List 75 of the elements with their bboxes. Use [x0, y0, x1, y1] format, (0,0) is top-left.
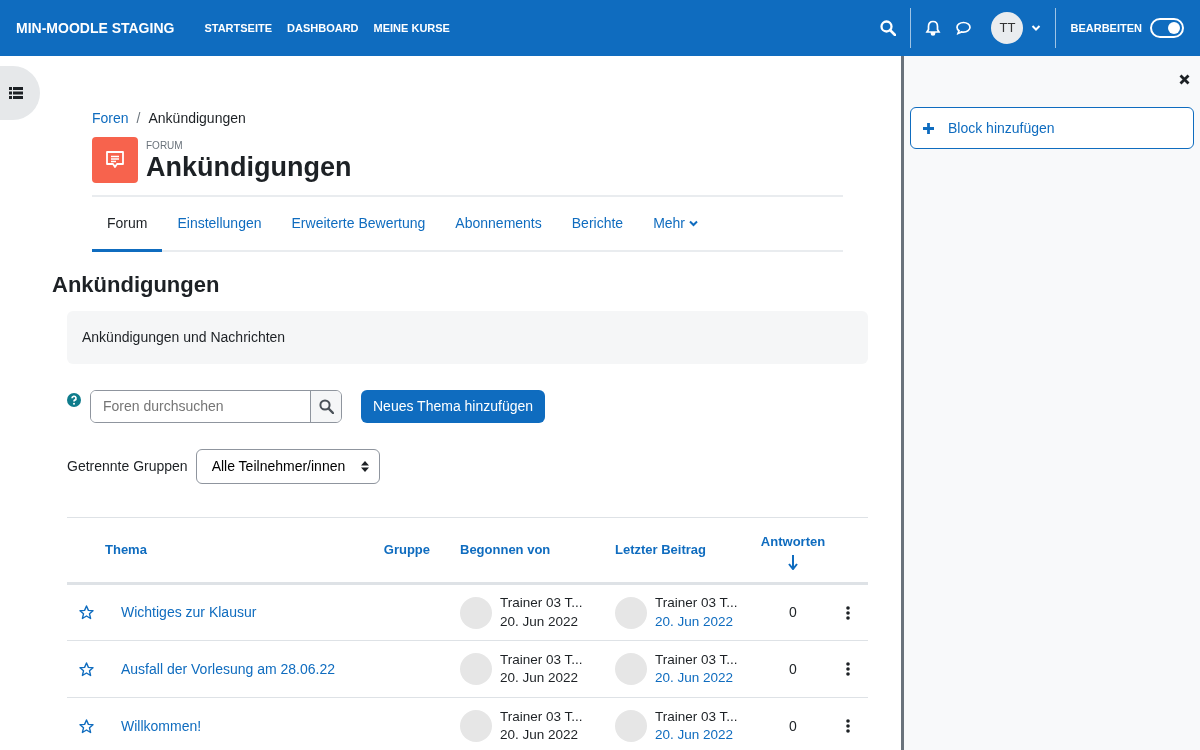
avatar-placeholder [615, 653, 647, 685]
course-index-button[interactable] [0, 66, 40, 120]
breadcrumb-current: Ankündigungen [148, 109, 246, 128]
chat-bubble-icon[interactable] [955, 20, 973, 36]
sort-down-arrow-icon [788, 553, 798, 570]
nav-tab[interactable]: Abonnements [440, 197, 557, 252]
column-header[interactable]: Antworten [760, 532, 826, 570]
caret-icon[interactable] [1031, 24, 1042, 32]
author-name: Trainer 03 T... [655, 707, 738, 726]
discussion-link[interactable]: Willkommen! [121, 717, 202, 734]
breadcrumb-link[interactable]: Foren [92, 108, 129, 129]
avatar-placeholder [460, 596, 492, 629]
nav-tab[interactable]: Berichte [556, 197, 639, 252]
breadcrumb-separator: / [136, 109, 141, 128]
post-date: 20. Jun 2022 [500, 612, 580, 631]
group-select[interactable]: Alle Teilnehmer/innen [195, 449, 381, 484]
column-header[interactable]: Letzter Beitrag [615, 540, 707, 560]
add-block-button[interactable]: Block hinzufügen [910, 107, 1194, 149]
forum-description: Ankündigungen und Nachrichten [67, 311, 868, 364]
page-title: Ankündigungen [146, 152, 352, 183]
search-field[interactable]: Foren durchsuchen [90, 390, 342, 423]
post-date: 20. Jun 2022 [500, 726, 580, 744]
more-actions-icon[interactable] [846, 662, 850, 676]
plus-icon [923, 122, 934, 134]
discussion-link[interactable]: Wichtiges zur Klausur [121, 604, 257, 620]
post-date-link[interactable]: 20. Jun 2022 [655, 726, 738, 745]
author-name: Trainer 03 T... [655, 650, 738, 669]
column-header[interactable]: Gruppe [383, 540, 430, 560]
post-date-link[interactable]: 20. Jun 2022 [655, 612, 738, 631]
avatar-placeholder [460, 653, 492, 685]
group-filter-label: Getrennte Gruppen [67, 457, 188, 476]
star-icon[interactable] [79, 605, 94, 620]
avatar-placeholder [615, 596, 647, 629]
nav-link[interactable]: DASHBOARD [287, 19, 359, 37]
site-logo[interactable]: MIN-MOODLE STAGING [16, 17, 175, 39]
reply-count: 0 [789, 717, 797, 734]
list-icon [9, 87, 23, 99]
add-discussion-button[interactable]: Neues Thema hinzufügen [361, 390, 546, 423]
bell-icon[interactable] [925, 20, 942, 36]
section-heading: Ankündigungen [52, 271, 221, 299]
user-avatar[interactable]: TT [991, 12, 1024, 44]
nav-link[interactable]: MEINE KURSE [373, 19, 450, 37]
module-type-label: FORUM [146, 138, 184, 153]
author-name: Trainer 03 T... [500, 707, 583, 726]
author-name: Trainer 03 T... [500, 594, 583, 613]
star-icon[interactable] [79, 718, 94, 734]
caret-icon [689, 219, 699, 227]
post-date-link[interactable]: 20. Jun 2022 [655, 669, 738, 688]
nav-tab[interactable]: Mehr [638, 197, 714, 252]
nav-link[interactable]: STARTSEITE [204, 19, 273, 37]
search-icon [318, 399, 334, 414]
search-button[interactable] [310, 391, 341, 422]
author-name: Trainer 03 T... [655, 594, 738, 613]
nav-tab[interactable]: Forum [92, 197, 163, 252]
more-actions-icon[interactable] [846, 605, 850, 620]
post-date: 20. Jun 2022 [500, 669, 580, 687]
help-icon[interactable] [67, 393, 81, 407]
column-header[interactable]: Begonnen von [460, 540, 551, 560]
reply-count: 0 [789, 660, 797, 677]
nav-tab[interactable]: Erweiterte Bewertung [276, 197, 441, 252]
edit-mode-toggle[interactable] [1150, 18, 1184, 38]
edit-mode-label: BEARBEITEN [1070, 20, 1142, 36]
avatar-placeholder [615, 710, 647, 742]
author-name: Trainer 03 T... [500, 650, 583, 669]
reply-count: 0 [789, 604, 797, 620]
discussion-link[interactable]: Ausfall der Vorlesung am 28.06.22 [121, 660, 336, 677]
sort-arrows-icon [361, 461, 370, 472]
avatar-placeholder [460, 710, 492, 742]
search-icon[interactable] [880, 20, 897, 36]
column-header[interactable]: Thema [105, 540, 147, 560]
more-actions-icon[interactable] [846, 719, 850, 733]
speech-bubble-icon [104, 149, 126, 171]
close-icon[interactable] [1179, 74, 1190, 85]
nav-tab[interactable]: Einstellungen [162, 197, 277, 252]
star-icon[interactable] [79, 661, 94, 677]
